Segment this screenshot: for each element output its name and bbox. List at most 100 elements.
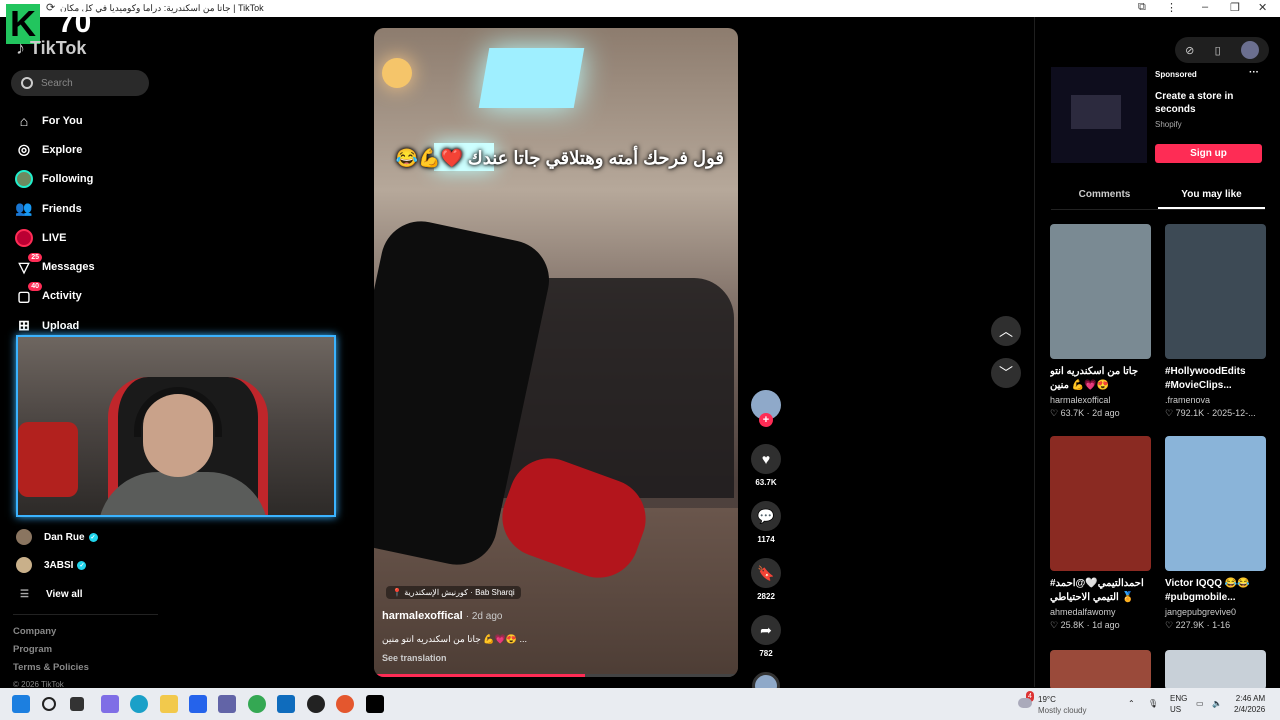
author-name: harmalexoffical xyxy=(382,610,463,622)
minimize-icon[interactable]: – xyxy=(1202,1,1208,13)
heart-icon[interactable]: ♥ xyxy=(751,444,781,474)
nav-item-activity[interactable]: ▢ 40 Activity xyxy=(14,282,95,311)
app-icon[interactable] xyxy=(336,695,354,713)
overlay-number: 70 xyxy=(58,6,92,39)
next-video-button[interactable]: ﹀ xyxy=(991,358,1021,388)
video-progress-fill xyxy=(374,674,586,677)
weather-desc: Mostly cloudy xyxy=(1038,706,1087,715)
recommendation-card[interactable]: احمدالتيمي🤍@احمد# التيمي الاحتياطي 🏅 ahm… xyxy=(1050,436,1151,631)
creator-avatar[interactable]: + xyxy=(751,390,781,427)
close-icon[interactable]: ✕ xyxy=(1258,1,1267,14)
bookmark-icon[interactable]: 🔖 xyxy=(751,558,781,588)
recommendation-thumbnail[interactable] xyxy=(1050,650,1151,690)
extensions-icon[interactable]: ⧉ xyxy=(1138,1,1146,14)
recommendation-caption: Victor IQQQ 😂😂 #pubgmobile... xyxy=(1165,578,1250,603)
footer-company-link[interactable]: Company xyxy=(13,626,89,644)
share-icon[interactable]: ➦ xyxy=(751,615,781,645)
tiktok-logo[interactable]: ♪ TikTok xyxy=(16,38,86,59)
weather-widget[interactable]: 4 19°C Mostly cloudy xyxy=(1018,691,1087,716)
windows-start-icon[interactable] xyxy=(12,695,30,713)
compass-icon[interactable]: ⊘ xyxy=(1185,44,1194,57)
recommendation-thumbnail[interactable] xyxy=(1050,436,1151,571)
heart-outline-icon: ♡ xyxy=(1165,620,1174,630)
recommendation-thumbnail[interactable] xyxy=(1165,650,1266,690)
recommendation-card[interactable]: Victor IQQQ 😂😂 #pubgmobile... jangepubgr… xyxy=(1165,436,1266,631)
previous-video-button[interactable]: ︿ xyxy=(991,316,1021,346)
video-location-tag[interactable]: 📍 كورنيش الإسكندرية · Bab Sharqi xyxy=(386,586,521,599)
activity-icon: ▢ 40 xyxy=(14,282,42,306)
activity-badge: 40 xyxy=(28,282,42,292)
search-input[interactable] xyxy=(41,77,141,89)
video-progress-bar[interactable] xyxy=(374,674,738,677)
follow-plus-icon[interactable]: + xyxy=(759,413,773,427)
tray-chevron-icon[interactable]: ⌃ xyxy=(1128,698,1135,709)
ad-thumbnail[interactable] xyxy=(1051,67,1147,163)
store-icon[interactable] xyxy=(189,695,207,713)
save-action[interactable]: 🔖 2822 xyxy=(749,558,783,601)
sponsored-ad[interactable]: Sponsored ··· Create a store in seconds … xyxy=(1051,67,1263,163)
nav-item-for-you[interactable]: ⌂ For You xyxy=(14,106,95,135)
logo-text: TikTok xyxy=(30,38,87,58)
recommendation-card[interactable]: #HollywoodEdits #MovieClips... .framenov… xyxy=(1165,224,1266,419)
chrome-icon[interactable] xyxy=(248,695,266,713)
phone-icon[interactable]: ▯ xyxy=(1215,44,1221,57)
verified-icon: ✓ xyxy=(88,532,98,542)
like-action[interactable]: ♥ 63.7K xyxy=(749,444,783,487)
recommendation-thumbnail[interactable] xyxy=(1050,224,1151,359)
avatar xyxy=(16,557,32,573)
profile-avatar[interactable] xyxy=(1240,41,1259,59)
sign-up-button[interactable]: Sign up xyxy=(1155,144,1262,163)
view-all-button[interactable]: ☰ View all xyxy=(16,579,98,609)
maximize-icon[interactable]: ❐ xyxy=(1230,1,1240,14)
account-name: Dan Rue xyxy=(44,531,85,543)
recommendation-thumbnail[interactable] xyxy=(1165,224,1266,359)
video-author[interactable]: harmalexoffical · 2d ago xyxy=(382,610,502,622)
account-name: 3ABSI xyxy=(44,559,74,571)
copilot-icon[interactable] xyxy=(101,695,119,713)
nav-item-messages[interactable]: ▽ 25 Messages xyxy=(14,252,95,281)
recommendation-user[interactable]: .framenova xyxy=(1165,395,1266,405)
footer-terms-link[interactable]: Terms & Policies xyxy=(13,662,89,680)
microphone-icon[interactable]: 🎙 xyxy=(1148,698,1158,709)
task-view-icon[interactable] xyxy=(70,697,84,711)
clock[interactable]: 2:46 AM 2/4/2026 xyxy=(1234,693,1265,715)
language-indicator[interactable]: ENG US xyxy=(1170,693,1187,715)
recommendation-card-partial[interactable] xyxy=(1165,650,1266,690)
recommendation-card-partial[interactable] xyxy=(1050,650,1151,690)
search-icon[interactable] xyxy=(42,697,56,711)
nav-item-explore[interactable]: ◎ Explore xyxy=(14,135,95,164)
comment-action[interactable]: 💬 1174 xyxy=(749,501,783,544)
file-explorer-icon[interactable] xyxy=(160,695,178,713)
volume-icon[interactable]: 🔈 xyxy=(1212,698,1222,709)
comment-icon[interactable]: 💬 xyxy=(751,501,781,531)
comment-count: 1174 xyxy=(757,535,775,544)
recommendation-user[interactable]: harmalexoffical xyxy=(1050,395,1151,405)
footer-program-link[interactable]: Program xyxy=(13,644,89,662)
cloud-icon xyxy=(1018,698,1032,708)
edge-icon[interactable] xyxy=(130,695,148,713)
recommendation-card[interactable]: جاتا من اسكندريه انتو منين 💪💗😍 harmalexo… xyxy=(1050,224,1151,419)
recommendation-user[interactable]: ahmedalfawomy xyxy=(1050,607,1151,617)
share-action[interactable]: ➦ 782 xyxy=(749,615,783,658)
network-icon[interactable]: ▭ xyxy=(1196,698,1204,709)
recommendation-user[interactable]: jangepubgrevive0 xyxy=(1165,607,1266,617)
app-icon[interactable] xyxy=(307,695,325,713)
nav-item-following[interactable]: Following xyxy=(14,165,95,194)
more-options-icon[interactable]: ··· xyxy=(1249,67,1259,78)
see-translation-link[interactable]: See translation xyxy=(382,653,447,663)
outlook-icon[interactable] xyxy=(277,695,295,713)
recommendation-caption: #HollywoodEdits #MovieClips... xyxy=(1165,366,1246,391)
video-player[interactable]: قول فرحك أمته وهتلاقي جاتا عندك ❤️💪😂 📍 ك… xyxy=(374,28,738,677)
recommendation-thumbnail[interactable] xyxy=(1165,436,1266,571)
account-item[interactable]: Dan Rue ✓ xyxy=(16,523,98,551)
search-box[interactable] xyxy=(11,70,149,96)
tab-comments[interactable]: Comments xyxy=(1051,185,1158,209)
tiktok-taskbar-icon[interactable] xyxy=(366,695,384,713)
following-accounts: Dan Rue ✓ 3ABSI ✓ ☰ View all xyxy=(16,523,98,609)
nav-item-live[interactable]: LIVE xyxy=(14,223,95,252)
nav-item-friends[interactable]: 👥 Friends xyxy=(14,194,95,223)
tab-you-may-like[interactable]: You may like xyxy=(1158,185,1265,209)
menu-icon[interactable]: ⋮ xyxy=(1166,1,1177,14)
account-item[interactable]: 3ABSI ✓ xyxy=(16,551,98,579)
teams-icon[interactable] xyxy=(218,695,236,713)
